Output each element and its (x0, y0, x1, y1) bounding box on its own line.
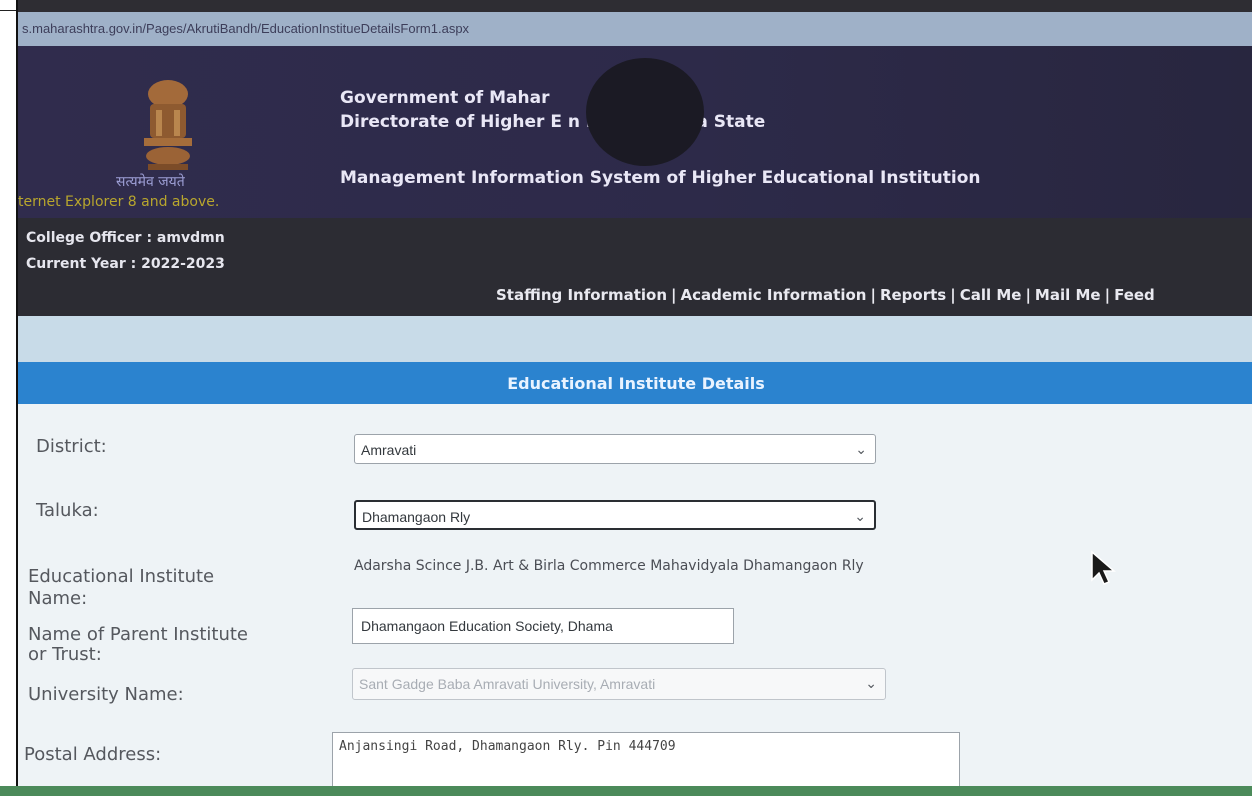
address-url[interactable]: s.maharashtra.gov.in/Pages/AkrutiBandh/E… (22, 21, 469, 36)
nav-call-me[interactable]: Call Me (960, 286, 1022, 304)
nav-reports[interactable]: Reports (880, 286, 946, 304)
emblem-motto: सत्यमेव जयते (116, 174, 185, 190)
nav-separator: | (1104, 286, 1111, 304)
college-officer-label: College Officer : amvdmn (26, 230, 225, 246)
site-banner: सत्यमेव जयते ternet Explorer 8 and above… (18, 46, 1252, 218)
national-emblem-icon (144, 80, 192, 170)
taskbar-edge (0, 786, 1252, 796)
institute-name-label-line1: Educational Institute (28, 566, 215, 587)
taluka-select[interactable]: Dhamangaon Rly ⌄ (354, 500, 876, 530)
nav-separator: | (1025, 286, 1031, 304)
district-select-value: Amravati (361, 442, 417, 458)
university-select-value: Sant Gadge Baba Amravati University, Amr… (359, 676, 656, 692)
mouse-cursor-icon (1091, 550, 1117, 585)
nav-academic-information[interactable]: Academic Information (680, 286, 866, 304)
institute-details-form: District: Amravati ⌄ Taluka: Dhamangaon … (18, 404, 1252, 796)
address-bar[interactable]: s.maharashtra.gov.in/Pages/AkrutiBandh/E… (18, 12, 1252, 46)
nav-staffing-information[interactable]: Staffing Information (496, 286, 667, 304)
parent-institute-label-line1: Name of Parent Institute (28, 624, 248, 645)
nav-feedback[interactable]: Feed (1114, 286, 1155, 304)
user-info-bar: College Officer : amvdmn Current Year : … (18, 218, 1252, 316)
postal-address-textarea[interactable]: Anjansingi Road, Dhamangaon Rly. Pin 444… (332, 732, 960, 792)
redaction-blot (586, 58, 704, 166)
site-subtitle: Management Information System of Higher … (340, 168, 981, 188)
nav-separator: | (870, 286, 876, 304)
chevron-down-icon: ⌄ (854, 508, 866, 524)
district-label: District: (36, 436, 107, 457)
nav-mail-me[interactable]: Mail Me (1035, 286, 1101, 304)
chevron-down-icon: ⌄ (865, 675, 877, 691)
postal-address-label: Postal Address: (24, 744, 162, 765)
institute-name-value: Adarsha Scince J.B. Art & Birla Commerce… (354, 558, 864, 574)
parent-institute-label-line2: or Trust: (28, 644, 102, 665)
header-spacer (18, 316, 1252, 362)
taluka-label: Taluka: (36, 500, 99, 521)
institute-name-label-line2: Name: (28, 588, 88, 609)
parent-institute-input[interactable]: Dhamangaon Education Society, Dhama (352, 608, 734, 644)
section-header: Educational Institute Details (18, 362, 1252, 404)
main-nav: Staffing Information | Academic Informatio… (496, 286, 1155, 304)
section-title: Educational Institute Details (507, 374, 765, 393)
nav-separator: | (950, 286, 956, 304)
taluka-select-value: Dhamangaon Rly (362, 509, 471, 525)
district-select[interactable]: Amravati ⌄ (354, 434, 876, 464)
browser-window: s.maharashtra.gov.in/Pages/AkrutiBandh/E… (16, 0, 1252, 796)
site-title-line1: Government of Mahar (340, 88, 550, 108)
chevron-down-icon: ⌄ (855, 441, 867, 457)
browser-compat-note: ternet Explorer 8 and above. (18, 194, 220, 210)
nav-separator: | (671, 286, 677, 304)
university-select[interactable]: Sant Gadge Baba Amravati University, Amr… (352, 668, 886, 700)
university-name-label: University Name: (28, 684, 184, 705)
current-year-label: Current Year : 2022-2023 (26, 256, 225, 272)
